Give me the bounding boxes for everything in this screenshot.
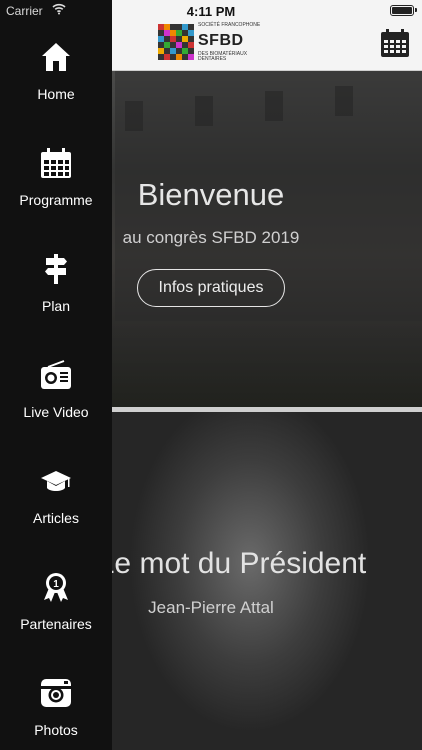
menu-item-live-video[interactable]: Live Video — [0, 318, 112, 424]
menu-item-plan[interactable]: Plan — [0, 212, 112, 318]
menu-item-partenaires[interactable]: 1 Partenaires — [0, 530, 112, 636]
side-drawer: Home Programme Plan Live Video Articles … — [0, 0, 112, 750]
logo-brand-text: SFBD — [198, 32, 244, 49]
radio-icon — [40, 359, 72, 391]
sfbd-logo[interactable]: SOCIÉTÉ FRANCOPHONE SFBD DES BIOMATÉRIAU… — [158, 22, 268, 64]
menu-label-programme: Programme — [19, 192, 93, 208]
logo-grid — [158, 24, 194, 60]
menu-label-partenaires: Partenaires — [20, 616, 92, 632]
signpost-icon — [40, 253, 72, 285]
menu-item-articles[interactable]: Articles — [0, 424, 112, 530]
logo-bottom-text: DES BIOMATÉRIAUX DENTAIRES — [198, 51, 248, 62]
menu-label-plan: Plan — [41, 298, 71, 314]
battery-icon — [390, 5, 417, 16]
menu-item-programme[interactable]: Programme — [0, 106, 112, 212]
infos-pratiques-button[interactable]: Infos pratiques — [137, 269, 285, 307]
graduation-cap-icon — [40, 465, 72, 497]
camera-icon — [40, 677, 72, 709]
menu-label-photos: Photos — [34, 722, 78, 738]
status-time: 4:11 PM — [186, 4, 236, 19]
home-icon — [40, 41, 72, 73]
svg-text:1: 1 — [53, 579, 59, 590]
menu-label-live-video: Live Video — [23, 404, 89, 420]
menu-label-articles: Articles — [33, 510, 79, 526]
calendar-icon[interactable] — [380, 28, 410, 58]
menu-label-home: Home — [37, 86, 75, 102]
award-icon: 1 — [40, 571, 72, 603]
menu-item-photos[interactable]: Photos — [0, 636, 112, 742]
calendar-icon — [40, 147, 72, 179]
logo-top-text: SOCIÉTÉ FRANCOPHONE — [198, 22, 261, 28]
status-bar: Carrier 4:11 PM — [0, 0, 422, 22]
